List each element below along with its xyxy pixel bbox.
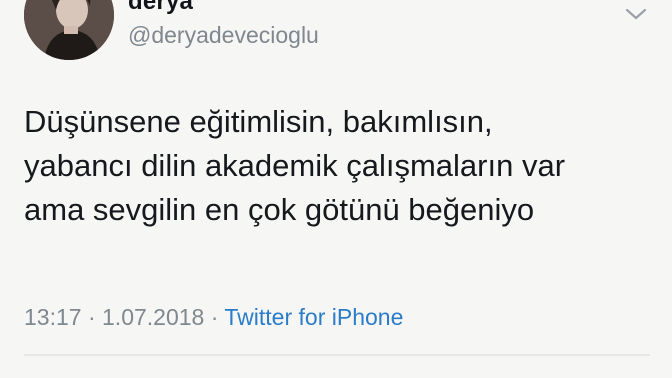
user-handle[interactable]: @deryadevecioglu — [128, 22, 319, 49]
tweet-card: derya @deryadevecioglu Düşünsene eğitiml… — [0, 0, 672, 378]
tweet-date[interactable]: 1.07.2018 — [102, 304, 204, 330]
display-name[interactable]: derya — [128, 0, 193, 16]
tweet-source-link[interactable]: Twitter for iPhone — [224, 304, 403, 330]
meta-separator: · — [210, 304, 219, 330]
profile-photo-icon — [24, 0, 114, 60]
chevron-down-icon[interactable] — [622, 4, 650, 24]
tweet-text-line: yabancı dilin akademik çalışmaların var — [24, 148, 566, 183]
tweet-meta: 13:17 · 1.07.2018 · Twitter for iPhone — [24, 304, 403, 331]
tweet-text-line: ama sevgilin en çok götünü beğeniyo — [24, 192, 535, 227]
tweet-text-line: Düşünsene eğitimlisin, bakımlısın, — [24, 104, 493, 139]
divider — [24, 354, 650, 356]
tweet-time[interactable]: 13:17 — [24, 304, 82, 330]
tweet-text: Düşünsene eğitimlisin, bakımlısın, yaban… — [24, 100, 644, 232]
avatar[interactable] — [24, 0, 114, 60]
meta-separator: · — [87, 304, 96, 330]
